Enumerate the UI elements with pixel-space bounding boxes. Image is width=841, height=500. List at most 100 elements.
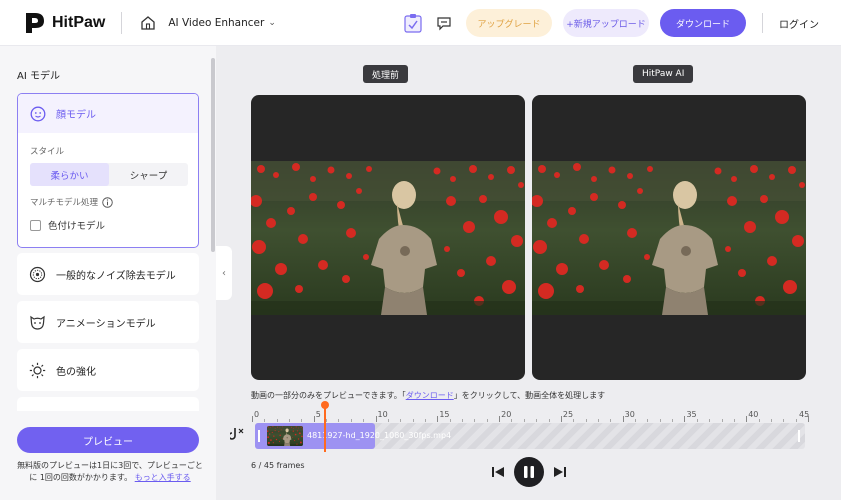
ruler-minor-tick (350, 419, 352, 422)
ruler-label: 30 (624, 410, 635, 419)
ruler-minor-tick (672, 419, 674, 422)
new-upload-button[interactable]: +新規アップロード (563, 9, 649, 37)
ruler-minor-tick (289, 419, 291, 422)
header-actions: アップグレード +新規アップロード ダウンロード ログイン (404, 0, 841, 46)
ruler-minor-tick (696, 419, 698, 422)
track-end-handle[interactable] (798, 430, 800, 442)
multi-model-row: マルチモデル処理 (30, 196, 113, 208)
ruler-major-tick (746, 416, 748, 422)
ruler-minor-tick (326, 419, 328, 422)
hint-prefix: 動画の一部分のみをプレビューできます。「 (251, 391, 406, 400)
header-divider-right (762, 13, 763, 33)
timeline-clip[interactable]: 4811927-hd_1920_1080_30fps.mp4 (255, 423, 451, 449)
face-model-header[interactable]: 顔モデル (18, 94, 198, 133)
task-list-icon[interactable] (404, 13, 422, 33)
ruler-minor-tick (264, 419, 266, 422)
ruler-minor-tick (449, 419, 451, 422)
login-link[interactable]: ログイン (779, 16, 819, 31)
ruler-minor-tick (400, 419, 402, 422)
chevron-down-icon: ⌄ (268, 17, 276, 28)
ruler-label: 40 (748, 410, 759, 419)
ruler-minor-tick (573, 419, 575, 422)
ruler-minor-tick (387, 419, 389, 422)
anime-icon (30, 315, 45, 330)
playhead[interactable] (324, 402, 326, 452)
ruler-minor-tick (548, 419, 550, 422)
clip-start-handle[interactable] (258, 430, 260, 442)
info-icon[interactable] (102, 196, 113, 208)
get-more-link[interactable]: もっと入手する (135, 473, 191, 482)
ruler-minor-tick (659, 419, 661, 422)
ruler-minor-tick (610, 419, 612, 422)
ruler-major-tick (313, 416, 315, 422)
colorize-checkbox[interactable] (30, 219, 41, 231)
ruler-label: 20 (501, 410, 512, 419)
ruler-minor-tick (597, 419, 599, 422)
before-preview-image (251, 161, 525, 315)
ruler-major-tick (252, 416, 253, 422)
style-option-sharp[interactable]: シャープ (109, 163, 188, 186)
ruler-major-tick (684, 416, 686, 422)
ruler-major-tick (375, 416, 377, 422)
ruler-minor-tick (721, 419, 723, 422)
playback-controls (491, 456, 567, 488)
timeline-track[interactable]: 4811927-hd_1920_1080_30fps.mp4 (255, 423, 805, 449)
previous-frame-icon[interactable] (491, 465, 505, 479)
colorize-row[interactable]: 色付けモデル (30, 218, 105, 232)
hitpaw-logo-icon (26, 12, 44, 33)
brand-logo[interactable]: HitPaw (24, 11, 105, 35)
ruler-label: 10 (377, 410, 388, 419)
hint-download-link[interactable]: ダウンロード (406, 391, 454, 400)
model-label-anime: アニメーションモデル (56, 318, 156, 330)
next-frame-icon[interactable] (553, 465, 567, 479)
ruler-minor-tick (301, 419, 303, 422)
ruler-label: 15 (439, 410, 450, 419)
ruler-label: 5 (315, 410, 321, 419)
ruler-major-tick (622, 416, 624, 422)
product-switcher[interactable]: AI Video Enhancer ⌄ (168, 17, 276, 29)
style-segmented-control: 柔らかい シャープ (30, 163, 188, 186)
ruler-label: 35 (686, 410, 697, 419)
model-sidebar: AI モデル 顔モデル スタイル 柔らかい シャープ マルチモデル処理 色付けモ… (0, 46, 216, 500)
ruler-major-tick (560, 416, 562, 422)
collapse-sidebar-button[interactable]: ‹ (216, 246, 232, 300)
model-card-noise[interactable]: 一般的なノイズ除去モデル (17, 253, 199, 295)
ruler-minor-tick (647, 419, 649, 422)
download-button[interactable]: ダウンロード (660, 9, 746, 37)
preview-note: 無料版のプレビューは1日に3回で、プレビューごとに 1回の回数がかかります。 も… (17, 460, 203, 484)
ruler-minor-tick (363, 419, 365, 422)
effects-icon[interactable] (230, 427, 244, 443)
ruler-minor-tick (783, 419, 785, 422)
sidebar-scrollbar[interactable] (211, 58, 215, 252)
ruler-label: 25 (562, 410, 574, 419)
face-model-card[interactable]: 顔モデル スタイル 柔らかい シャープ マルチモデル処理 色付けモデル (17, 93, 199, 248)
ruler-major-tick (437, 416, 439, 422)
model-card-color[interactable]: 色の強化 (17, 349, 199, 391)
after-preview-image (532, 161, 806, 315)
preview-button[interactable]: プレビュー (17, 427, 199, 453)
ruler-minor-tick (709, 419, 711, 422)
ruler-minor-tick (474, 419, 476, 422)
feedback-icon[interactable] (436, 15, 452, 31)
model-card-anime[interactable]: アニメーションモデル (17, 301, 199, 343)
ruler-label: 0 (254, 410, 260, 419)
multi-model-label: マルチモデル処理 (30, 198, 99, 208)
brand-name: HitPaw (52, 13, 106, 31)
ruler-minor-tick (770, 419, 772, 422)
header-divider (121, 11, 123, 34)
clip-thumbnail (267, 426, 303, 446)
face-model-label: 顔モデル (56, 110, 96, 121)
ruler-minor-tick (276, 419, 278, 422)
sidebar-title: AI モデル (17, 71, 60, 82)
ruler-minor-tick (511, 419, 513, 422)
sun-icon (29, 362, 46, 378)
playhead-knob[interactable] (321, 401, 329, 409)
style-option-soft[interactable]: 柔らかい (30, 163, 109, 186)
timeline-ruler: 0 5 10 15 20 25 30 35 40 45 (252, 410, 809, 424)
model-card-partial[interactable] (17, 397, 199, 411)
upgrade-button[interactable]: アップグレード (466, 9, 552, 37)
pause-button[interactable] (514, 457, 544, 487)
pause-icon (524, 466, 534, 478)
home-icon[interactable] (140, 15, 156, 31)
noise-icon (29, 266, 46, 282)
